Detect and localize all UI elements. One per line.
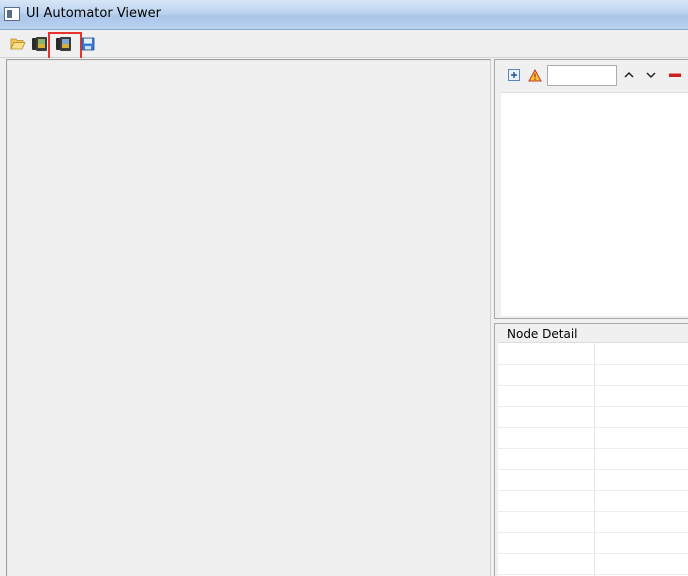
hierarchy-panel [494,59,688,319]
chevron-down-icon [645,69,657,81]
hierarchy-toolbar [495,60,688,90]
device-screenshot-button[interactable] [30,34,50,54]
table-row [498,364,688,365]
window-title: UI Automator Viewer [26,6,162,21]
previous-button[interactable] [619,65,639,85]
highlight-box [48,32,82,60]
toggle-nafs-button[interactable] [525,65,545,85]
filter-input[interactable] [547,65,617,86]
table-row [498,574,688,575]
app-window: UI Automator Viewer Node Detail [0,0,688,576]
main-toolbar [0,30,688,60]
save-icon [81,37,95,51]
hierarchy-tree[interactable] [501,92,688,316]
node-detail-panel: Node Detail [494,323,688,576]
chevron-up-icon [623,69,635,81]
table-row [498,511,688,512]
device-screenshot-icon [31,36,49,52]
open-button[interactable] [8,34,28,54]
table-row [498,406,688,407]
folder-open-icon [10,37,26,51]
table-row [498,553,688,554]
table-row [498,532,688,533]
node-detail-table[interactable] [498,342,688,576]
column-separator [594,343,595,576]
clear-button[interactable] [665,65,685,85]
table-row [498,427,688,428]
table-row [498,469,688,470]
workspace: Node Detail [0,58,688,576]
minus-icon [668,69,682,81]
expand-all-icon [507,68,521,82]
warning-icon [528,68,542,82]
save-button[interactable] [78,34,98,54]
title-bar[interactable]: UI Automator Viewer [0,0,688,30]
next-button[interactable] [641,65,661,85]
table-row [498,385,688,386]
app-icon [4,7,20,21]
screenshot-canvas[interactable] [6,59,491,576]
table-row [498,448,688,449]
table-row [498,490,688,491]
node-detail-title: Node Detail [505,327,580,341]
expand-all-button[interactable] [504,65,524,85]
